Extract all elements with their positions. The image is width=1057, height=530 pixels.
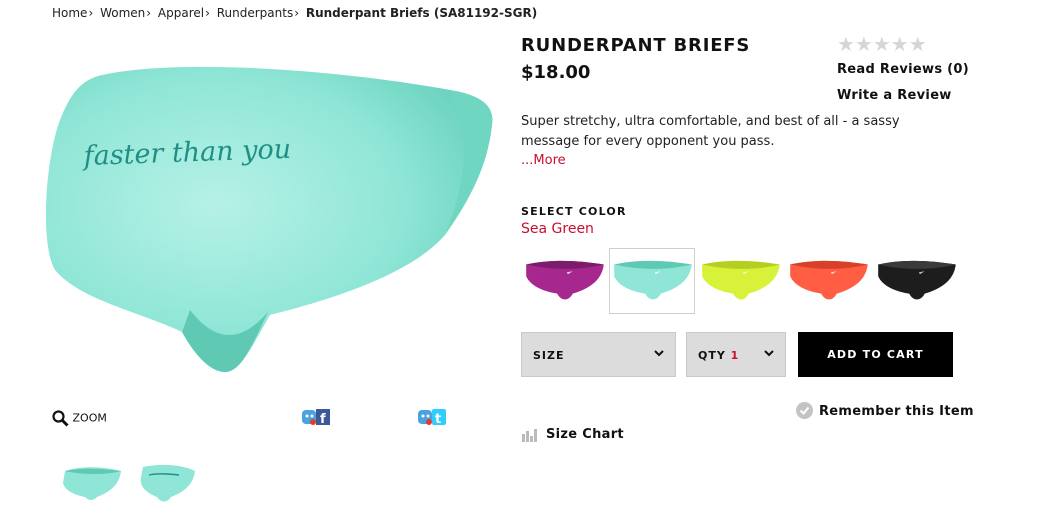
breadcrumb-runderpants[interactable]: Runderpants [217,6,293,20]
qty-select[interactable]: QTY 1 [686,332,786,377]
rating-stars: ★★★★★ [837,32,927,56]
twitter-share-icon[interactable]: t [418,407,446,427]
swatch-volt[interactable] [697,248,783,314]
thumbnail-front[interactable] [56,456,128,508]
chevron-down-icon [654,350,664,357]
breadcrumb: Home› Women› Apparel› Runderpants› Runde… [52,6,538,20]
read-reviews-link[interactable]: Read Reviews (0) [837,62,969,77]
size-chart-label: Size Chart [546,427,624,442]
product-title: RUNDERPANT BRIEFS [521,35,751,56]
size-select-label: SIZE [533,349,565,362]
product-description: Super stretchy, ultra comfortable, and b… [521,114,900,149]
swatch-sea-green[interactable] [609,248,695,314]
zoom-label: ZOOM [72,411,107,425]
breadcrumb-women[interactable]: Women [100,6,145,20]
size-chart-link[interactable]: Size Chart [521,427,624,442]
write-review-link[interactable]: Write a Review [837,88,952,103]
selected-color-name: Sea Green [521,221,594,237]
qty-value: 1 [730,349,740,362]
svg-text:t: t [435,412,441,427]
swatch-purple[interactable] [521,248,607,314]
add-to-cart-button[interactable]: ADD TO CART [798,332,953,377]
thumbnail-back[interactable] [132,456,204,508]
size-select[interactable]: SIZE [521,332,676,377]
zoom-button[interactable]: ZOOM [52,410,107,427]
size-chart-icon [521,427,538,442]
svg-text:f: f [320,412,326,427]
remember-item-button[interactable]: Remember this Item [796,402,974,420]
more-link[interactable]: ...More [521,153,566,168]
chevron-down-icon [764,350,774,357]
swatch-black[interactable] [873,248,959,314]
select-color-label: SELECT COLOR [521,205,627,218]
breadcrumb-apparel[interactable]: Apparel [158,6,204,20]
breadcrumb-home[interactable]: Home [52,6,87,20]
swatch-coral[interactable] [785,248,871,314]
magnifier-icon [52,410,69,427]
product-price: $18.00 [521,62,591,83]
product-image: faster than you [45,66,493,372]
facebook-share-icon[interactable]: f [302,407,330,427]
checkmark-icon [796,402,813,419]
remember-item-label: Remember this Item [819,404,974,419]
breadcrumb-current: Runderpant Briefs (SA81192-SGR) [305,6,538,20]
qty-label: QTY [698,349,726,362]
